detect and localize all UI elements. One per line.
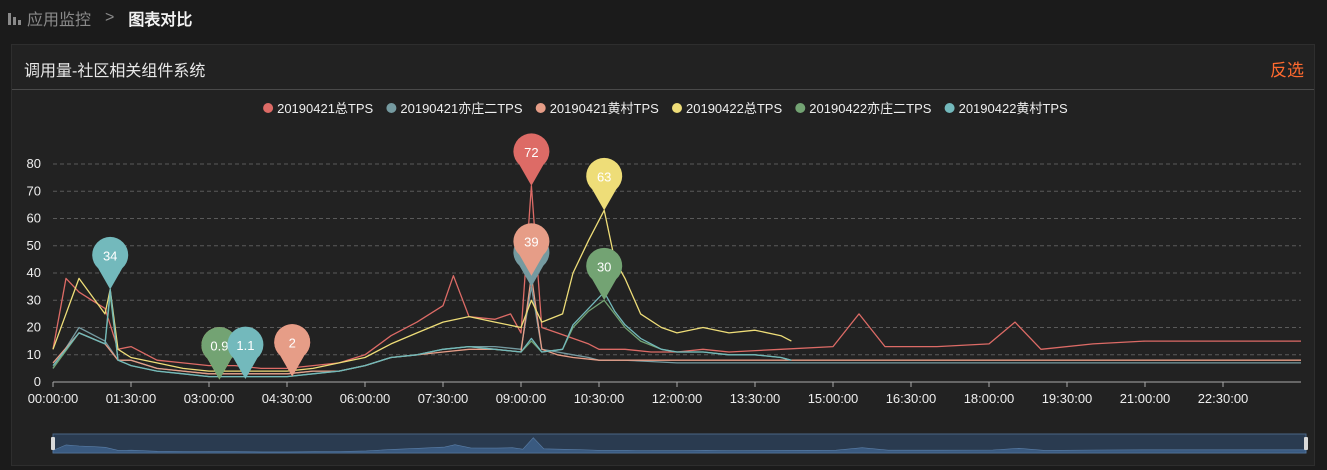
marker-label: 34 (103, 248, 117, 263)
marker-label: 0.9 (210, 339, 228, 354)
marker-label: 63 (597, 169, 611, 184)
legend-marker[interactable] (944, 103, 955, 113)
x-tick-label: 16:30:00 (886, 391, 937, 406)
x-tick-label: 19:30:00 (1042, 391, 1093, 406)
tps-line-chart: 0 10 20 30 40 50 60 70 80 00:00:00 01:30:00 03:00:0… (27, 101, 1308, 454)
x-tick-label: 03:00:00 (184, 391, 235, 406)
x-tick-label: 09:00:00 (496, 391, 547, 406)
y-tick-label: 30 (27, 292, 41, 307)
y-tick-label: 10 (27, 347, 41, 362)
x-tick-label: 12:00:00 (652, 391, 703, 406)
x-tick-label: 00:00:00 (28, 391, 79, 406)
y-tick-label: 20 (27, 320, 41, 335)
x-tick-label: 13:30:00 (730, 391, 781, 406)
legend-item[interactable]: 20190421总TPS (277, 101, 373, 116)
marker-label: 30 (597, 259, 611, 274)
marker-label: 39 (524, 235, 538, 250)
x-tick-label: 01:30:00 (106, 391, 157, 406)
zoom-handle[interactable] (1304, 437, 1308, 450)
legend-item[interactable]: 20190422总TPS (686, 101, 782, 116)
legend-marker[interactable] (535, 103, 546, 113)
y-tick-label: 40 (27, 265, 41, 280)
x-tick-label: 22:30:00 (1198, 391, 1249, 406)
legend-item[interactable]: 20190421亦庄二TPS (400, 101, 522, 116)
y-tick-label: 50 (27, 238, 41, 253)
legend-item[interactable]: 20190422黄村TPS (959, 101, 1068, 116)
y-tick-label: 70 (27, 183, 41, 198)
series-line (52, 209, 792, 372)
x-tick-label: 04:30:00 (262, 391, 313, 406)
marker-label: 2 (289, 336, 296, 351)
zoom-handle[interactable] (51, 437, 55, 450)
legend-marker[interactable] (672, 103, 682, 113)
legend-item[interactable]: 20190421黄村TPS (550, 101, 659, 116)
legend-item[interactable]: 20190422亦庄二TPS (809, 101, 931, 116)
x-tick-label: 06:00:00 (340, 391, 391, 406)
x-tick-label: 07:30:00 (418, 391, 469, 406)
legend-marker[interactable] (386, 103, 397, 113)
x-tick-label: 10:30:00 (574, 391, 625, 406)
legend-marker[interactable] (263, 103, 274, 113)
marker-label: 72 (524, 145, 538, 160)
marker-label: 1.1 (236, 338, 254, 353)
legend-marker[interactable] (795, 103, 806, 113)
x-tick-label: 21:00:00 (1120, 391, 1171, 406)
x-tick-label: 15:00:00 (808, 391, 859, 406)
y-tick-label: 60 (27, 211, 41, 226)
x-tick-label: 18:00:00 (964, 391, 1015, 406)
y-tick-label: 0 (34, 374, 41, 389)
y-tick-label: 80 (27, 156, 41, 171)
